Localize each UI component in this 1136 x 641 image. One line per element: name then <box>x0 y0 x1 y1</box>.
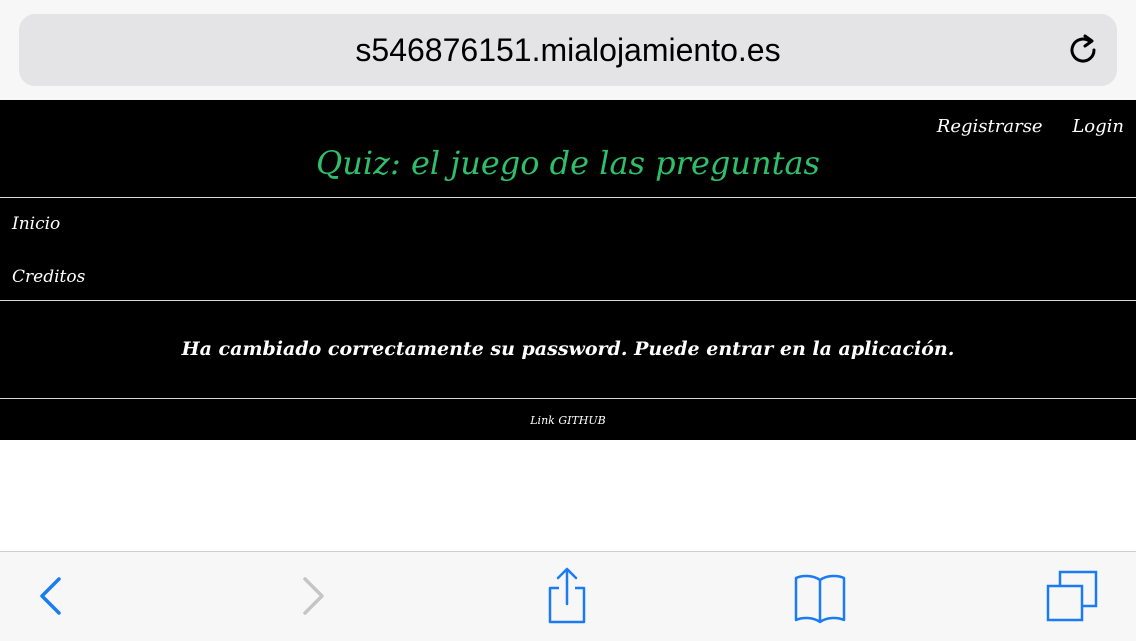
nav-item-inicio[interactable]: Inicio <box>12 214 60 234</box>
browser-address-area: s546876151.mialojamiento.es <box>0 0 1136 100</box>
book-icon[interactable] <box>790 566 850 626</box>
footer-divider <box>0 398 1136 399</box>
tabs-icon[interactable] <box>1042 566 1102 626</box>
chevron-right-icon[interactable] <box>282 566 342 626</box>
address-bar[interactable]: s546876151.mialojamiento.es <box>19 14 1117 86</box>
url-text[interactable]: s546876151.mialojamiento.es <box>19 14 1117 86</box>
header-divider <box>0 197 1136 198</box>
auth-links: Registrarse Login <box>913 116 1124 137</box>
page-title: Quiz: el juego de las preguntas <box>316 144 820 182</box>
reload-icon[interactable] <box>1065 32 1101 68</box>
chevron-left-icon[interactable] <box>22 566 82 626</box>
status-message: Ha cambiado correctamente su password. P… <box>181 338 955 360</box>
github-link[interactable]: Link GITHUB <box>0 414 1136 427</box>
browser-toolbar <box>0 551 1136 641</box>
web-page: Registrarse Login Quiz: el juego de las … <box>0 100 1136 440</box>
nav-divider <box>0 300 1136 301</box>
login-link[interactable]: Login <box>1072 116 1124 137</box>
share-icon[interactable] <box>537 566 597 626</box>
register-link[interactable]: Registrarse <box>937 116 1043 137</box>
nav-item-creditos[interactable]: Creditos <box>12 267 85 287</box>
